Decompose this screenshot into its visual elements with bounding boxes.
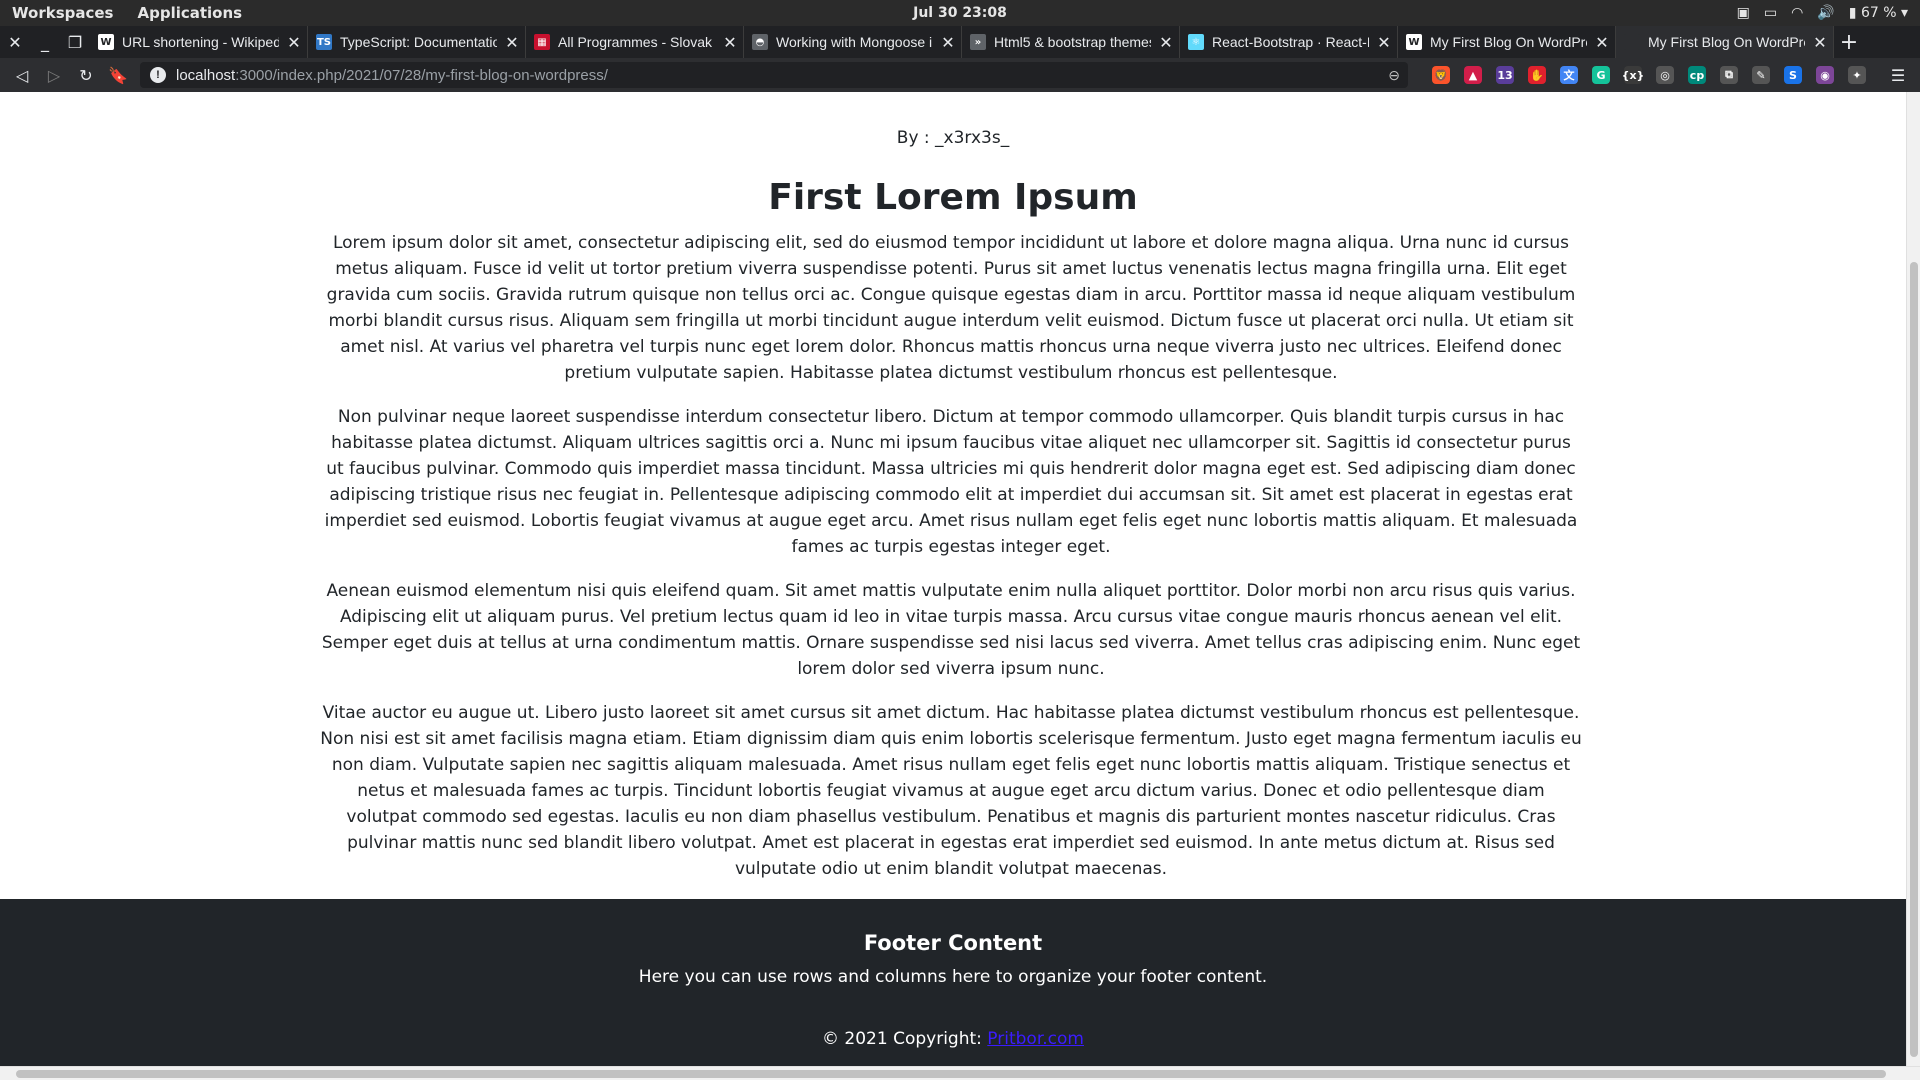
footer-description: Here you can use rows and columns here t… xyxy=(638,967,1268,987)
clock[interactable]: Jul 30 23:08 xyxy=(913,5,1007,21)
tab-title: My First Blog On WordPress xyxy=(1430,34,1587,50)
tab-close-icon[interactable]: ✕ xyxy=(505,33,519,52)
post-byline: By : _x3rx3s_ xyxy=(896,128,1010,148)
battery-status[interactable]: ▮ 67 % ▾ xyxy=(1849,5,1908,21)
zoom-icon[interactable]: ⊖ xyxy=(1388,67,1400,84)
tabs: W URL shortening - Wikipedia ✕ TS TypeScript… xyxy=(90,26,1834,58)
wordpress-icon: W xyxy=(1406,34,1422,50)
pen-icon[interactable]: ✎ xyxy=(1752,66,1770,84)
tab-close-icon[interactable]: ✕ xyxy=(1595,33,1609,52)
cp-icon[interactable]: cp xyxy=(1688,66,1706,84)
none xyxy=(1624,34,1640,50)
tab-close-icon[interactable]: ✕ xyxy=(723,33,737,52)
copy-icon[interactable]: ⧉ xyxy=(1720,66,1738,84)
grid-icon: ▦ xyxy=(534,34,550,50)
browser-tab[interactable]: W My First Blog On WordPress ✕ xyxy=(1398,26,1616,58)
globe-icon: ◓ xyxy=(752,34,768,50)
window-minimize-icon[interactable]: _ xyxy=(30,26,60,58)
tab-title: Html5 & bootstrap themes xyxy=(994,34,1151,50)
copyright-text: © 2021 Copyright: xyxy=(822,1029,988,1049)
navigation-bar: ◁ ▷ ↻ 🔖 ! localhost:3000/index.php/2021/… xyxy=(0,58,1920,92)
browser-tab[interactable]: ▦ All Programmes - Slovak Un ✕ xyxy=(526,26,744,58)
tab-title: URL shortening - Wikipedia xyxy=(122,34,279,50)
tab-title: All Programmes - Slovak Un xyxy=(558,34,715,50)
battery-icon: ▮ xyxy=(1848,5,1857,21)
url-host: localhost xyxy=(176,66,236,84)
display-icon[interactable]: ▭ xyxy=(1764,5,1777,21)
system-tray: ▣ ▭ ◠ 🔊 ▮ 67 % ▾ xyxy=(1737,5,1908,21)
site-info-icon[interactable]: ! xyxy=(150,67,166,83)
tab-close-icon[interactable]: ✕ xyxy=(1159,33,1173,52)
horizontal-scrollbar[interactable] xyxy=(0,1066,1920,1080)
browser-tab[interactable]: My First Blog On WordPress ✕ xyxy=(1616,26,1834,58)
post-title: First Lorem Ipsum xyxy=(768,177,1138,218)
system-top-bar: Workspaces Applications Jul 30 23:08 ▣ ▭… xyxy=(0,0,1920,26)
tab-close-icon[interactable]: ✕ xyxy=(287,33,301,52)
post-paragraph: Lorem ipsum dolor sit amet, consectetur … xyxy=(326,233,1576,383)
address-bar[interactable]: ! localhost:3000/index.php/2021/07/28/my… xyxy=(140,62,1408,88)
volume-icon[interactable]: 🔊 xyxy=(1817,5,1834,21)
tab-close-icon[interactable]: ✕ xyxy=(941,33,955,52)
new-tab-button[interactable]: + xyxy=(1834,26,1864,58)
typescript-icon: TS xyxy=(316,34,332,50)
tab-strip: ✕ _ ❐ W URL shortening - Wikipedia ✕ TS Type… xyxy=(0,26,1920,58)
post-body: Lorem ipsum dolor sit amet, consectetur … xyxy=(320,230,1582,900)
browser-tab[interactable]: ◓ Working with Mongoose in ✕ xyxy=(744,26,962,58)
brave-shield-icon[interactable]: 🦁 xyxy=(1432,66,1450,84)
browser-tab[interactable]: ⚛ React-Bootstrap · React-Bo ✕ xyxy=(1180,26,1398,58)
grammarly-icon[interactable]: G xyxy=(1592,66,1610,84)
vertical-scroll-thumb[interactable] xyxy=(1910,262,1918,1057)
page-footer: Footer Content Here you can use rows and… xyxy=(0,899,1906,1066)
code-icon[interactable]: {x} xyxy=(1622,66,1644,84)
s-icon[interactable]: S xyxy=(1784,66,1802,84)
horizontal-scroll-thumb[interactable] xyxy=(16,1070,1886,1078)
post-paragraph: Aenean euismod elementum nisi quis eleif… xyxy=(321,581,1581,679)
wifi-icon[interactable]: ◠ xyxy=(1791,5,1803,21)
vertical-scrollbar[interactable] xyxy=(1906,92,1920,1066)
footer-copyright: © 2021 Copyright: Pritbor.com xyxy=(0,1029,1906,1049)
browser-tab[interactable]: TS TypeScript: Documentation ✕ xyxy=(308,26,526,58)
browser-tab[interactable]: W URL shortening - Wikipedia ✕ xyxy=(90,26,308,58)
window-restore-icon[interactable]: ❐ xyxy=(60,26,90,58)
browser-menu-icon[interactable]: ☰ xyxy=(1882,58,1914,92)
tab-title: Working with Mongoose in xyxy=(776,34,933,50)
extension-badge-icon[interactable]: 13 xyxy=(1496,66,1514,84)
footer-heading: Footer Content xyxy=(863,931,1043,955)
url-path: :3000/index.php/2021/07/28/my-first-blog… xyxy=(235,66,608,84)
target-icon[interactable]: ◎ xyxy=(1656,66,1674,84)
back-button[interactable]: ◁ xyxy=(6,58,38,92)
translate-icon[interactable]: 文 xyxy=(1560,66,1578,84)
workspaces-menu[interactable]: Workspaces xyxy=(0,4,125,22)
browser-tab[interactable]: » Html5 & bootstrap themes ✕ xyxy=(962,26,1180,58)
web-page: By : _x3rx3s_ First Lorem Ipsum Lorem ip… xyxy=(0,92,1906,1066)
tor-icon[interactable]: ◉ xyxy=(1816,66,1834,84)
bookmark-button[interactable]: 🔖 xyxy=(102,58,134,92)
brave-rewards-icon[interactable]: ▲ xyxy=(1464,66,1482,84)
react-icon: ⚛ xyxy=(1188,34,1204,50)
wikipedia-icon: W xyxy=(98,34,114,50)
post-paragraph: Vitae auctor eu augue ut. Libero justo l… xyxy=(320,703,1582,879)
tab-close-icon[interactable]: ✕ xyxy=(1813,33,1827,52)
tab-title: React-Bootstrap · React-Bo xyxy=(1212,34,1369,50)
tab-close-icon[interactable]: ✕ xyxy=(1377,33,1391,52)
copyright-link[interactable]: Pritbor.com xyxy=(987,1029,1084,1049)
tab-title: My First Blog On WordPress xyxy=(1648,34,1805,50)
puzzle-icon[interactable]: ✦ xyxy=(1848,66,1866,84)
window-list-icon[interactable]: ▣ xyxy=(1737,5,1750,21)
chevron-icon: » xyxy=(970,34,986,50)
reload-button[interactable]: ↻ xyxy=(70,58,102,92)
forward-button[interactable]: ▷ xyxy=(38,58,70,92)
applications-menu[interactable]: Applications xyxy=(125,4,254,22)
tab-title: TypeScript: Documentation xyxy=(340,34,497,50)
battery-percent: 67 % xyxy=(1860,5,1897,21)
post-paragraph: Non pulvinar neque laoreet suspendisse i… xyxy=(324,407,1578,557)
window-close-icon[interactable]: ✕ xyxy=(0,26,30,58)
adblock-icon[interactable]: ✋ xyxy=(1528,66,1546,84)
